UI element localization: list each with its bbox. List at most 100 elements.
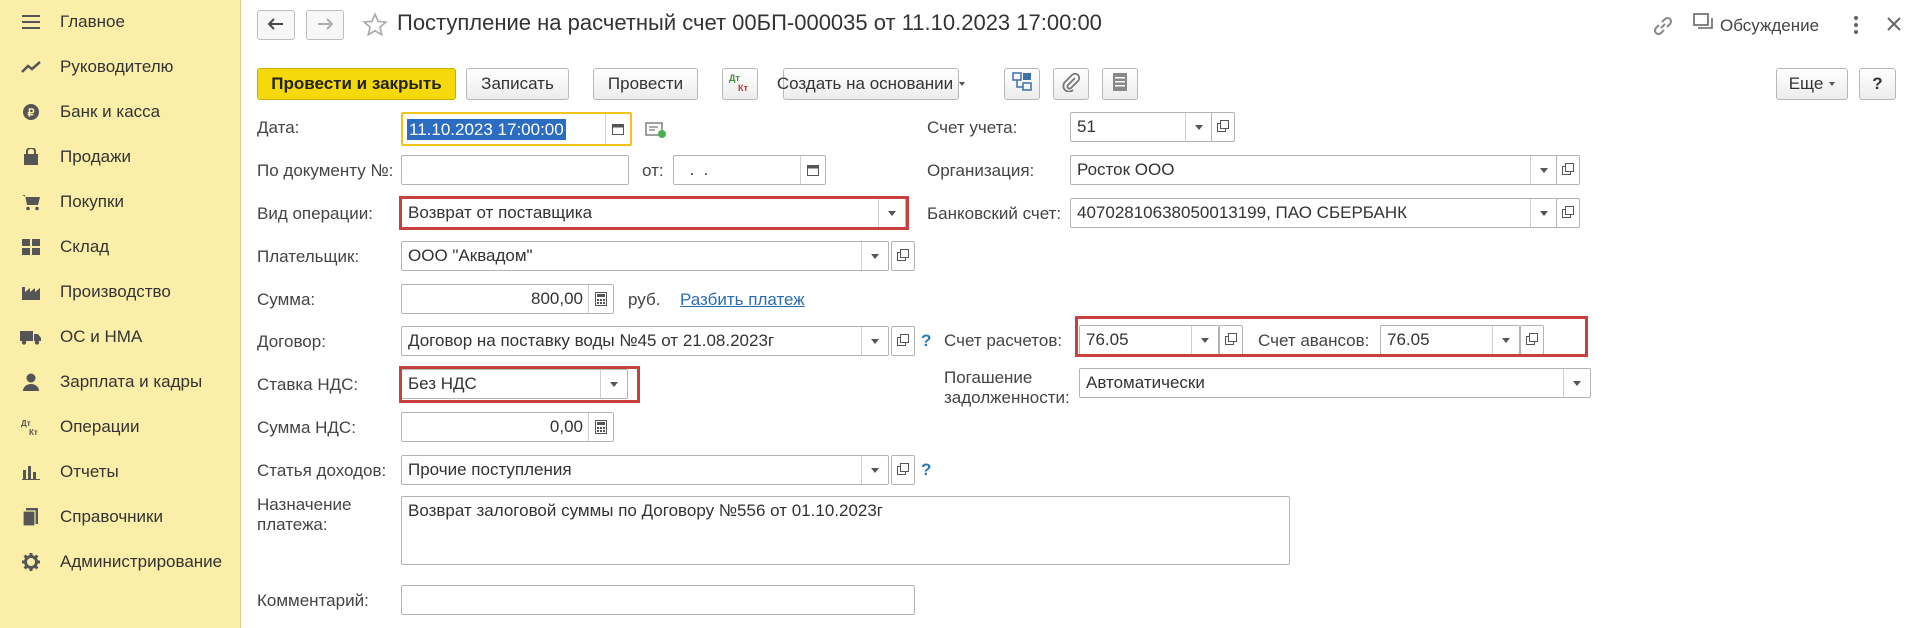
- organization-select[interactable]: Росток ООО: [1070, 155, 1558, 185]
- sidebar-item-label: Производство: [60, 282, 171, 301]
- chevron-down-icon: [959, 82, 966, 86]
- bar-chart-icon: [20, 461, 42, 483]
- create-based-on-button[interactable]: Создать на основании: [777, 68, 966, 100]
- chat-icon: [1693, 13, 1715, 38]
- document-icon: [1112, 72, 1128, 97]
- open-button[interactable]: [1556, 155, 1580, 185]
- chevron-down-icon[interactable]: [1530, 156, 1557, 184]
- sidebar-item-label: Банк и касса: [60, 102, 161, 121]
- repayment-select[interactable]: Автоматически: [1079, 368, 1591, 398]
- calculator-icon[interactable]: [588, 285, 613, 313]
- more-vertical-icon[interactable]: [1852, 14, 1860, 41]
- close-icon[interactable]: [1886, 16, 1902, 37]
- account-value: 51: [1077, 117, 1096, 136]
- comment-label: Комментарий:: [257, 591, 369, 610]
- from-date-value: . .: [680, 160, 709, 179]
- sidebar-item-fixed-assets[interactable]: ОС и НМА: [0, 317, 240, 357]
- bank-account-select[interactable]: 40702810638050013199, ПАО СБЕРБАНК: [1070, 198, 1558, 228]
- print-button[interactable]: [1102, 68, 1138, 100]
- chevron-down-icon[interactable]: [1185, 113, 1212, 141]
- sidebar-item-purchases[interactable]: Покупки: [0, 182, 240, 222]
- vat-sum-input[interactable]: 0,00: [401, 412, 614, 442]
- sidebar-item-bank[interactable]: ₽ Банк и касса: [0, 92, 240, 132]
- date-label: Дата:: [257, 118, 300, 137]
- open-icon: [897, 460, 909, 480]
- calendar-icon[interactable]: [800, 156, 825, 184]
- sidebar-item-main[interactable]: Главное: [0, 2, 240, 42]
- chevron-down-icon: [1829, 82, 1836, 86]
- account-label: Счет учета:: [927, 118, 1018, 137]
- svg-text:Дт: Дт: [21, 419, 31, 428]
- payer-select[interactable]: ООО "Аквадом": [401, 241, 889, 271]
- chevron-down-icon[interactable]: [1563, 369, 1590, 397]
- purpose-label-line1: Назначение: [257, 495, 352, 514]
- split-payment-link[interactable]: Разбить платеж: [680, 290, 805, 310]
- attach-button[interactable]: [1053, 68, 1089, 100]
- bag-icon: [20, 146, 42, 168]
- gear-icon: [20, 551, 42, 573]
- doc-number-input[interactable]: [401, 155, 629, 185]
- account-select[interactable]: 51: [1070, 112, 1213, 142]
- highlight-box: [1075, 316, 1588, 357]
- save-button[interactable]: Записать: [466, 68, 569, 100]
- repayment-label-line2: задолженности:: [944, 388, 1070, 407]
- sidebar-item-references[interactable]: Справочники: [0, 497, 240, 537]
- sidebar-item-admin[interactable]: Администрирование: [0, 542, 240, 582]
- contract-select[interactable]: Договор на поставку воды №45 от 21.08.20…: [401, 326, 889, 356]
- dt-kt-icon: Дт Кт: [728, 73, 752, 95]
- income-item-select[interactable]: Прочие поступления: [401, 455, 889, 485]
- star-icon[interactable]: [362, 12, 388, 43]
- open-icon: [1562, 160, 1574, 180]
- calculator-icon[interactable]: [588, 413, 613, 441]
- chevron-down-icon[interactable]: [1530, 199, 1557, 227]
- currency-label: руб.: [628, 290, 661, 309]
- highlight-box: [399, 196, 909, 230]
- date-value: 11.10.2023 17:00:00: [407, 119, 566, 140]
- chevron-down-icon[interactable]: [861, 456, 888, 484]
- purpose-textarea[interactable]: Возврат залоговой суммы по Договору №556…: [401, 496, 1290, 565]
- chevron-down-icon[interactable]: [861, 242, 888, 270]
- sidebar-item-manager[interactable]: Руководителю: [0, 47, 240, 87]
- vat-sum-value: 0,00: [549, 417, 583, 436]
- dt-label: Дт: [729, 73, 740, 83]
- person-icon: [20, 371, 42, 393]
- discussion-button[interactable]: Обсуждение: [1693, 13, 1819, 38]
- forward-button[interactable]: [306, 10, 344, 40]
- organization-value: Росток ООО: [1077, 160, 1175, 179]
- back-button[interactable]: [257, 10, 295, 40]
- post-button[interactable]: Провести: [593, 68, 698, 100]
- open-button[interactable]: [891, 241, 915, 271]
- comment-input[interactable]: [401, 585, 915, 615]
- from-date-input[interactable]: . .: [673, 155, 826, 185]
- sidebar-item-operations[interactable]: Дт Кт Операции: [0, 407, 240, 447]
- more-button[interactable]: Еще: [1776, 68, 1848, 100]
- vat-sum-label: Сумма НДС:: [257, 418, 356, 437]
- sidebar-item-label: Отчеты: [60, 462, 119, 481]
- chevron-down-icon[interactable]: [861, 327, 888, 355]
- link-icon[interactable]: [1652, 15, 1674, 42]
- open-button[interactable]: [891, 455, 915, 485]
- help-icon[interactable]: ?: [921, 460, 931, 480]
- dt-kt-button[interactable]: Дт Кт: [722, 68, 758, 100]
- doc-check-icon[interactable]: [645, 120, 667, 143]
- sidebar-item-salary[interactable]: Зарплата и кадры: [0, 362, 240, 402]
- open-button[interactable]: [1556, 198, 1580, 228]
- operation-type-label: Вид операции:: [257, 204, 373, 223]
- sidebar-item-production[interactable]: Производство: [0, 272, 240, 312]
- coin-icon: ₽: [20, 101, 42, 123]
- truck-icon: [20, 326, 42, 348]
- paperclip-icon: [1061, 72, 1081, 97]
- sidebar-item-sales[interactable]: Продажи: [0, 137, 240, 177]
- svg-text:Кт: Кт: [29, 428, 38, 436]
- open-button[interactable]: [891, 326, 915, 356]
- open-button[interactable]: [1211, 112, 1235, 142]
- help-icon[interactable]: ?: [921, 331, 931, 351]
- post-and-close-button[interactable]: Провести и закрыть: [257, 68, 456, 100]
- date-field[interactable]: 11.10.2023 17:00:00: [401, 112, 632, 146]
- sum-input[interactable]: 800,00: [401, 284, 614, 314]
- help-button[interactable]: ?: [1859, 68, 1896, 100]
- calendar-icon[interactable]: [605, 114, 630, 144]
- structure-button[interactable]: [1004, 68, 1040, 100]
- sidebar-item-reports[interactable]: Отчеты: [0, 452, 240, 492]
- sidebar-item-warehouse[interactable]: Склад: [0, 227, 240, 267]
